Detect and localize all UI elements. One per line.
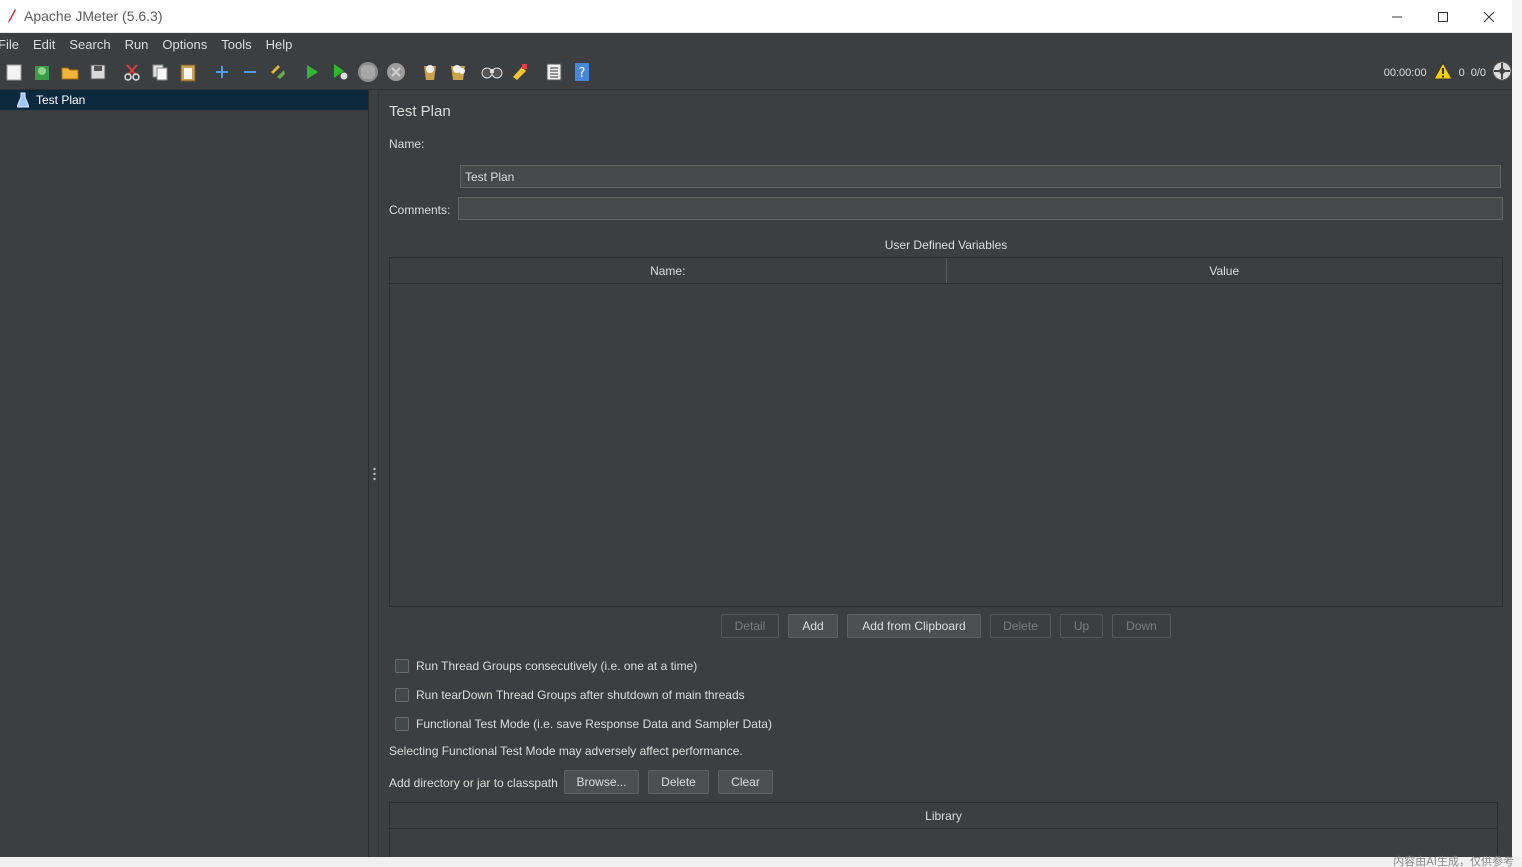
toggle-icon[interactable] [264,58,292,86]
name-field[interactable]: Test Plan [460,165,1501,188]
window-body: File Edit Search Run Options Tools Help [0,33,1512,867]
name-field-value: Test Plan [465,169,515,184]
save-icon[interactable] [84,58,112,86]
library-column[interactable]: Library [390,803,1497,829]
svg-text:?: ? [579,66,586,81]
run-teardown-checkbox[interactable] [395,688,409,702]
functional-mode-checkbox[interactable] [395,717,409,731]
udv-table-header: Name: Value [390,258,1502,284]
reset-search-icon[interactable] [506,58,534,86]
cut-icon[interactable] [118,58,146,86]
menu-options-label: Options [162,36,208,52]
add-from-clipboard-button[interactable]: Add from Clipboard [847,614,981,638]
menu-edit[interactable]: Edit [26,37,62,52]
search-icon[interactable] [478,58,506,86]
menu-run[interactable]: Run [118,37,156,52]
menu-bar: File Edit Search Run Options Tools Help [0,33,1512,55]
elapsed-timer: 00:00:00 [1383,66,1427,79]
clear-icon[interactable] [416,58,444,86]
menu-file[interactable]: File [0,37,26,52]
stop-icon[interactable] [354,58,382,86]
delete-variable-button[interactable]: Delete [990,614,1051,638]
menu-options[interactable]: Options [155,37,214,52]
menu-tools-label: Tools [221,36,252,52]
window-controls [1374,0,1512,33]
comments-field[interactable] [458,197,1503,220]
warning-icon[interactable] [1432,61,1453,83]
minimize-icon[interactable] [1374,0,1420,33]
run-status: 00:00:00 0 0/0 [1384,55,1512,90]
start-no-pause-icon[interactable] [326,58,354,86]
udv-column-value[interactable]: Value [947,258,1503,283]
paste-icon[interactable] [174,58,202,86]
start-icon[interactable] [298,58,326,86]
new-icon[interactable] [0,58,28,86]
open-icon[interactable] [56,58,84,86]
clear-all-icon[interactable] [444,58,472,86]
menu-run-label: Run [124,36,149,52]
toolbar: ? 00:00:00 0 0/0 [0,55,1512,90]
udv-table: Name: Value [389,257,1503,607]
option-run-consecutively[interactable]: Run Thread Groups consecutively (i.e. on… [395,659,697,673]
split-pane-divider[interactable] [369,90,379,857]
test-plan-editor: Test Plan Name: Test Plan Comments: User… [380,90,1512,867]
clear-classpath-button[interactable]: Clear [718,770,773,794]
run-consecutively-label: Run Thread Groups consecutively (i.e. on… [416,659,698,673]
jmeter-feather-icon [4,8,20,24]
page-title: Test Plan [389,103,451,120]
test-plan-tree: Test Plan [0,90,369,857]
comments-label: Comments: [389,203,451,217]
menu-search[interactable]: Search [62,37,117,52]
expand-icon[interactable] [208,58,236,86]
menu-edit-label: Edit [32,36,56,52]
divider-grip-icon [372,467,376,481]
shutdown-icon[interactable] [382,58,410,86]
warning-count: 0 [1458,66,1465,79]
functional-mode-note: Selecting Functional Test Mode may adver… [389,744,743,758]
add-button[interactable]: Add [788,614,838,638]
window-titlebar: Apache JMeter (5.6.3) [0,0,1512,33]
menu-search-label: Search [69,36,111,52]
help-icon[interactable]: ? [568,58,596,86]
menu-help[interactable]: Help [259,37,300,52]
desktop-background-bottom [0,857,1522,867]
up-button[interactable]: Up [1060,614,1103,638]
menu-tools[interactable]: Tools [214,37,258,52]
collapse-icon[interactable] [236,58,264,86]
udv-title: User Defined Variables [884,238,1008,252]
detail-button[interactable]: Detail [721,614,779,638]
test-plan-icon [16,92,30,108]
option-run-teardown[interactable]: Run tearDown Thread Groups after shutdow… [395,688,745,702]
window-title: Apache JMeter (5.6.3) [24,8,163,24]
name-label: Name: [389,137,425,151]
run-consecutively-checkbox[interactable] [395,659,409,673]
delete-classpath-button[interactable]: Delete [648,770,709,794]
function-helper-icon[interactable] [540,58,568,86]
templates-icon[interactable] [28,58,56,86]
menu-file-label: File [0,36,19,52]
classpath-label: Add directory or jar to classpath [389,776,558,790]
browse-button[interactable]: Browse... [564,770,639,794]
down-button[interactable]: Down [1112,614,1171,638]
option-functional-mode[interactable]: Functional Test Mode (i.e. save Response… [395,717,772,731]
menu-help-label: Help [265,36,293,52]
copy-icon[interactable] [146,58,174,86]
maximize-icon[interactable] [1420,0,1466,33]
functional-mode-label: Functional Test Mode (i.e. save Response… [416,717,772,731]
desktop-background-right [1512,0,1522,867]
tree-item-label: Test Plan [36,93,86,107]
udv-column-name[interactable]: Name: [390,258,947,283]
remote-status-icon[interactable] [1492,61,1512,84]
desktop-caption: 内容由AI生成，仅供参考 [1393,855,1514,867]
tree-item-test-plan[interactable]: Test Plan [0,90,368,110]
run-teardown-label: Run tearDown Thread Groups after shutdow… [416,688,745,702]
active-threads: 0/0 [1470,66,1486,79]
close-icon[interactable] [1466,0,1512,33]
